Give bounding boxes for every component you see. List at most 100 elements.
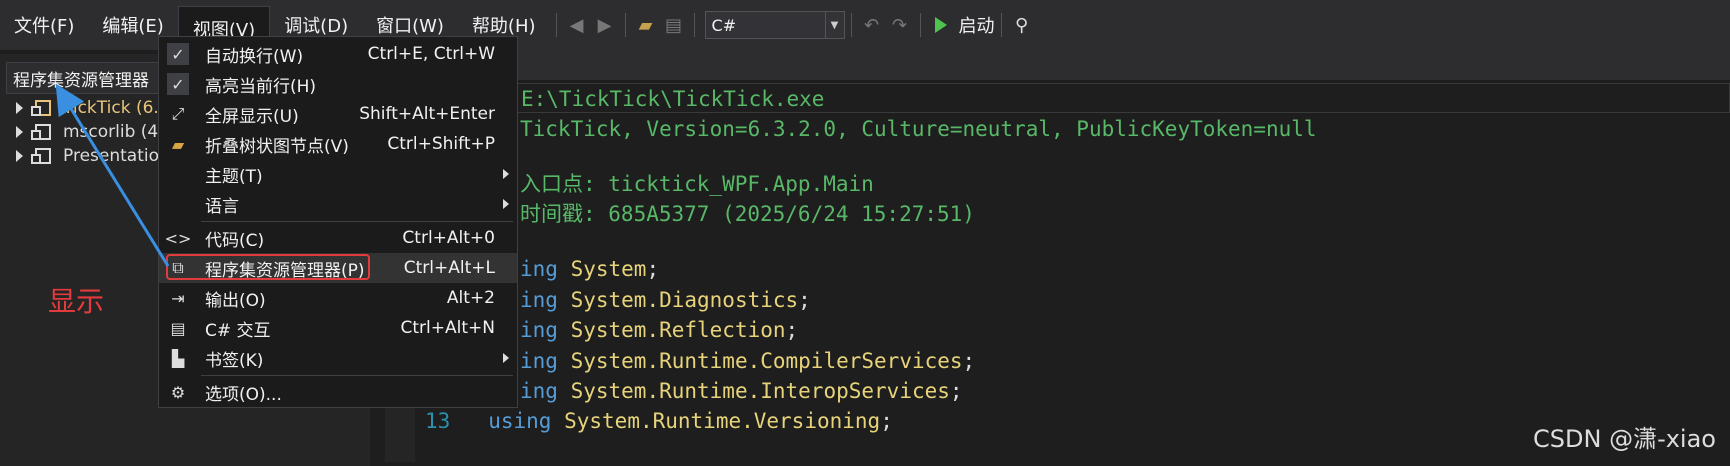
- bookmark-icon: ▙: [171, 348, 185, 368]
- menu-file[interactable]: 文件(F): [0, 3, 88, 47]
- code-line: ing System.Runtime.CompilerServices;: [520, 349, 976, 373]
- keyword: ing: [520, 318, 558, 342]
- namespace: System.Runtime.CompilerServices: [570, 349, 963, 373]
- code-line: ing System;: [520, 257, 660, 281]
- watermark: CSDN @潇-xiao: [1533, 425, 1716, 453]
- menu-item-shortcut: Ctrl+Shift+P: [387, 134, 495, 154]
- toolbar-separator: [919, 13, 921, 37]
- code-icon: <>: [164, 228, 192, 248]
- toolbar-separator: [850, 13, 852, 37]
- tree-item-label: TickTick (6.3: [63, 98, 170, 118]
- submenu-arrow-icon: [503, 199, 509, 209]
- menu-item-collapse-tree[interactable]: ▰ 折叠树状图节点(V) Ctrl+Shift+P: [159, 129, 517, 159]
- menu-item-shortcut: Alt+2: [446, 288, 495, 308]
- run-button[interactable]: 启动: [934, 12, 995, 38]
- menu-item-code[interactable]: <> 代码(C) Ctrl+Alt+0: [159, 223, 517, 253]
- menu-item-shortcut: Ctrl+E, Ctrl+W: [367, 44, 495, 64]
- chevron-down-icon[interactable]: ▼: [824, 12, 844, 38]
- play-icon: [934, 17, 947, 33]
- tree-item[interactable]: mscorlib (4.0: [6, 120, 174, 144]
- menu-item-label: 高亮当前行(H): [205, 76, 317, 97]
- submenu-arrow-icon: [503, 169, 509, 179]
- view-menu-dropdown: ✓ 自动换行(W) Ctrl+E, Ctrl+W ✓ 高亮当前行(H) ⤢ 全屏…: [158, 36, 518, 408]
- menu-item-label: 语言: [205, 196, 239, 217]
- menu-item-shortcut: Ctrl+Alt+L: [403, 258, 495, 278]
- check-icon: ✓: [167, 73, 189, 95]
- menu-item-options[interactable]: ⚙ 选项(O)...: [159, 377, 517, 407]
- menu-item-bookmarks[interactable]: ▙ 书签(K): [159, 343, 517, 373]
- menu-item-label: 主题(T): [205, 166, 263, 187]
- assembly-icon: [31, 148, 51, 164]
- menu-item-highlight-line[interactable]: ✓ 高亮当前行(H): [159, 69, 517, 99]
- keyword: ing: [520, 288, 558, 312]
- check-icon: ✓: [167, 43, 189, 65]
- menu-item-output[interactable]: ⇥ 输出(O) Alt+2: [159, 283, 517, 313]
- redo-icon[interactable]: ↷: [886, 11, 914, 39]
- run-label: 启动: [958, 16, 995, 37]
- annotation-label: 显示: [48, 285, 105, 318]
- gear-icon: ⚙: [170, 382, 186, 402]
- code-line: 时间戳: 685A5377 (2025/6/24 15:27:51): [520, 202, 975, 226]
- menu-separator: [201, 221, 513, 222]
- code-line: 入口点: ticktick_WPF.App.Main: [520, 172, 874, 196]
- save-icon[interactable]: ▤: [660, 11, 688, 39]
- output-icon: ⇥: [171, 288, 185, 308]
- submenu-arrow-icon: [503, 353, 509, 363]
- collapse-folder-icon: ▰: [171, 134, 185, 154]
- menu-item-language[interactable]: 语言: [159, 189, 517, 219]
- assembly-icon: [31, 100, 51, 116]
- keyword: ing: [520, 379, 558, 403]
- back-icon[interactable]: ◀: [563, 11, 591, 39]
- keyword: using: [488, 409, 552, 433]
- menu-item-shortcut: Shift+Alt+Enter: [359, 104, 495, 124]
- expand-arrow-icon[interactable]: [16, 126, 23, 138]
- toolbar-separator: [555, 13, 557, 37]
- tree-item[interactable]: Presentation: [6, 144, 174, 168]
- menu-item-theme[interactable]: 主题(T): [159, 159, 517, 189]
- namespace: System.Diagnostics: [570, 288, 799, 312]
- menu-item-fullscreen[interactable]: ⤢ 全屏显示(U) Shift+Alt+Enter: [159, 99, 517, 129]
- keyword: ing: [520, 349, 558, 373]
- menu-item-shortcut: Ctrl+Alt+N: [400, 318, 495, 338]
- code-line: E:\TickTick\TickTick.exe: [510, 83, 1730, 113]
- open-folder-icon[interactable]: ▰: [632, 11, 660, 39]
- toolbar-separator: [624, 13, 626, 37]
- menu-item-label: 选项(O)...: [205, 384, 282, 405]
- code-editor[interactable]: E:\TickTick\TickTick.exe TickTick, Versi…: [370, 50, 1730, 462]
- code-line: ing System.Runtime.InteropServices;: [520, 379, 963, 403]
- menu-item-word-wrap[interactable]: ✓ 自动换行(W) Ctrl+E, Ctrl+W: [159, 39, 517, 69]
- code-line: ing System.Reflection;: [520, 318, 799, 342]
- forward-icon[interactable]: ▶: [591, 11, 619, 39]
- assembly-tree: TickTick (6.3 mscorlib (4.0 Presentation: [6, 96, 174, 168]
- search-icon[interactable]: ⚲: [1008, 11, 1036, 39]
- language-combo[interactable]: C# ▼: [704, 11, 845, 39]
- undo-icon[interactable]: ↶: [858, 11, 886, 39]
- line-number: 13: [425, 409, 451, 433]
- csharp-interactive-icon: ▤: [170, 318, 186, 338]
- code-line: ing System.Diagnostics;: [520, 288, 811, 312]
- menu-item-label: 折叠树状图节点(V): [205, 136, 349, 157]
- namespace: System.Reflection: [570, 318, 786, 342]
- menu-item-label: 全屏显示(U): [205, 106, 299, 127]
- code-line: 13 using System.Runtime.Versioning;: [425, 409, 893, 433]
- expand-arrow-icon[interactable]: [16, 150, 23, 162]
- menu-separator: [201, 375, 513, 376]
- code-line: TickTick, Version=6.3.2.0, Culture=neutr…: [520, 117, 1317, 141]
- toolbar-separator: [1000, 13, 1002, 37]
- keyword: ing: [520, 257, 558, 281]
- menu-item-label: 自动换行(W): [205, 46, 304, 67]
- menu-item-label: 输出(O): [205, 290, 266, 311]
- tree-item[interactable]: TickTick (6.3: [6, 96, 174, 120]
- assembly-icon: [31, 124, 51, 140]
- tree-item-label: Presentation: [63, 146, 170, 166]
- namespace: System.Runtime.Versioning: [564, 409, 881, 433]
- language-combo-value: C#: [711, 15, 737, 35]
- menu-item-shortcut: Ctrl+Alt+0: [402, 228, 495, 248]
- highlight-box: [166, 254, 370, 280]
- toolbar-separator: [693, 13, 695, 37]
- menu-item-label: C# 交互: [205, 320, 271, 341]
- menu-item-label: 代码(C): [205, 230, 265, 251]
- menu-item-csharp-interactive[interactable]: ▤ C# 交互 Ctrl+Alt+N: [159, 313, 517, 343]
- expand-arrow-icon[interactable]: [16, 102, 23, 114]
- namespace: System: [570, 257, 647, 281]
